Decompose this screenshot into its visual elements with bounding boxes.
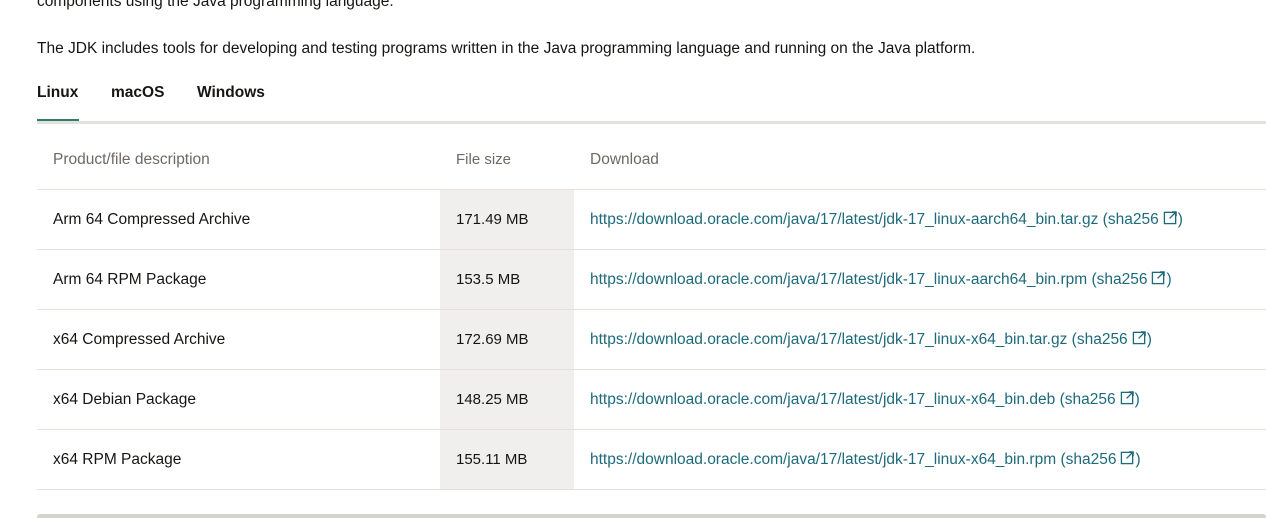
intro-text-cut: components using the Java programming la… [37,0,394,10]
row-file-size: 171.49 MB [456,211,529,228]
row-file-size: 172.69 MB [456,331,529,348]
row-download: https://download.oracle.com/java/17/late… [590,210,1183,229]
next-section-edge [37,514,1266,518]
row-description: Arm 64 Compressed Archive [53,210,251,228]
external-link-icon [1132,331,1146,345]
row-download: https://download.oracle.com/java/17/late… [590,450,1141,469]
row-file-size: 148.25 MB [456,391,529,408]
tab-linux[interactable]: Linux [37,78,79,122]
sha256-label: sha256 [1076,331,1128,348]
download-link[interactable]: https://download.oracle.com/java/17/late… [590,331,1067,348]
external-link-icon [1121,451,1135,465]
intro-text: The JDK includes tools for developing an… [37,40,976,57]
header-description: Product/file description [53,150,210,168]
download-link[interactable]: https://download.oracle.com/java/17/late… [590,451,1056,468]
sha256-link[interactable]: (sha256) [1091,271,1171,288]
download-link[interactable]: https://download.oracle.com/java/17/late… [590,391,1055,408]
sha256-label: sha256 [1096,271,1148,288]
sha256-link[interactable]: (sha256) [1060,391,1140,408]
sha256-label: sha256 [1065,451,1117,468]
row-description: x64 Compressed Archive [53,330,226,348]
external-link-icon [1120,391,1134,405]
row-file-size: 155.11 MB [456,451,528,468]
row-description: x64 RPM Package [53,450,182,468]
external-link-icon [1152,271,1166,285]
page: components using the Java programming la… [0,0,1266,518]
table-row: Arm 64 Compressed Archive 171.49 MB http… [37,190,1266,250]
header-download: Download [590,150,659,168]
row-description: Arm 64 RPM Package [53,270,207,288]
external-link-icon [1163,211,1177,225]
sha256-label: sha256 [1107,211,1159,228]
table-row: x64 RPM Package 155.11 MB https://downlo… [37,430,1266,490]
downloads-table: Product/file description File size Downl… [37,130,1266,490]
download-link[interactable]: https://download.oracle.com/java/17/late… [590,211,1098,228]
table-row: Arm 64 RPM Package 153.5 MB https://down… [37,250,1266,310]
tab-divider [37,121,1266,124]
row-description: x64 Debian Package [53,390,197,408]
header-file-size: File size [456,151,512,168]
row-download: https://download.oracle.com/java/17/late… [590,270,1172,289]
sha256-link[interactable]: (sha256) [1060,451,1140,468]
sha256-link[interactable]: (sha256) [1072,331,1152,348]
row-file-size: 153.5 MB [456,271,521,288]
tab-windows[interactable]: Windows [197,78,267,122]
sha256-label: sha256 [1064,391,1116,408]
table-header-row: Product/file description File size Downl… [37,130,1266,190]
row-download: https://download.oracle.com/java/17/late… [590,390,1140,409]
table-row: x64 Compressed Archive 172.69 MB https:/… [37,310,1266,370]
os-tabs: Linux macOS Windows [37,78,267,124]
table-row: x64 Debian Package 148.25 MB https://dow… [37,370,1266,430]
download-link[interactable]: https://download.oracle.com/java/17/late… [590,271,1087,288]
row-download: https://download.oracle.com/java/17/late… [590,330,1152,349]
tab-macos[interactable]: macOS [111,78,165,122]
sha256-link[interactable]: (sha256) [1103,211,1183,228]
